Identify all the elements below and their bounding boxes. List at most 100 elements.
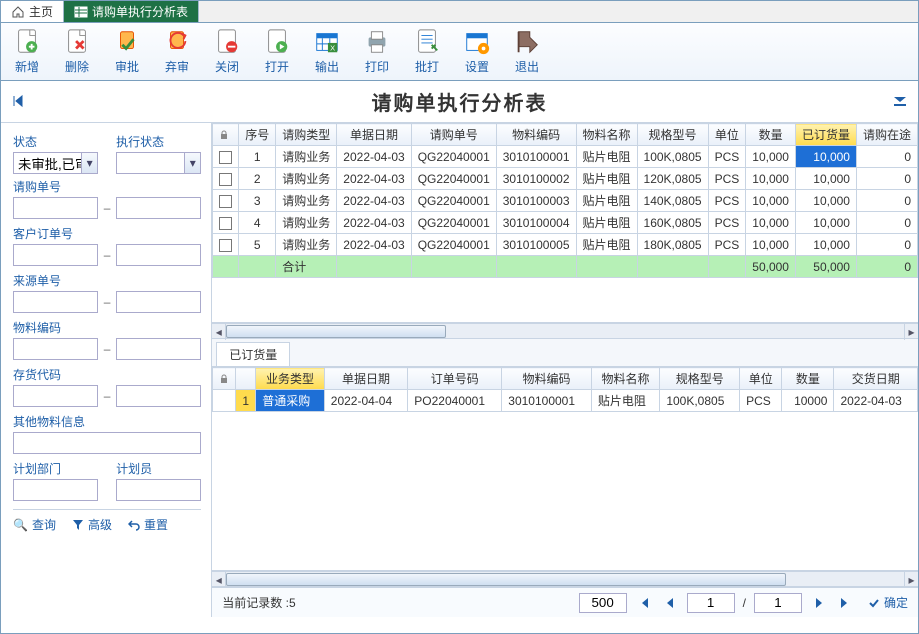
detail-grid[interactable]: 业务类型单据日期订单号码物料编码物料名称规格型号单位数量交货日期 1普通采购20… [212,367,918,412]
col-header[interactable]: 请购单号 [411,124,496,146]
col-header[interactable]: 物料编码 [496,124,576,146]
col-header[interactable]: 单据日期 [324,368,408,390]
h-scrollbar-bottom[interactable]: ◂▸ [212,571,918,587]
delete-button[interactable]: 删除 [53,25,101,78]
exit-button[interactable]: 退出 [503,25,551,78]
row-checkbox[interactable] [219,151,232,164]
mat-code-to[interactable] [116,338,201,360]
export-icon: X [313,28,341,56]
approve-icon [113,28,141,56]
lock-col[interactable] [213,368,236,390]
stock-code-from[interactable] [13,385,98,407]
tab-active[interactable]: 请购单执行分析表 [64,1,199,22]
new-button[interactable]: 新增 [3,25,51,78]
col-header[interactable]: 请购类型 [276,124,337,146]
col-header[interactable]: 请购在途 [856,124,917,146]
delete-icon [63,28,91,56]
source-no-label: 来源单号 [13,272,201,289]
next-page-button[interactable] [810,594,828,612]
other-mat-input[interactable] [13,432,201,454]
last-page-button[interactable] [836,594,854,612]
planner-label: 计划员 [116,460,201,477]
col-header[interactable]: 物料名称 [591,368,660,390]
approve-button[interactable]: 审批 [103,25,151,78]
batch-button[interactable]: 批打 [403,25,451,78]
table-row[interactable]: 3请购业务2022-04-03QG220400013010100003贴片电阻1… [213,190,918,212]
col-header[interactable]: 订单号码 [408,368,502,390]
planner-input[interactable] [116,479,201,501]
close-button[interactable]: 关闭 [203,25,251,78]
col-header[interactable]: 规格型号 [637,124,708,146]
col-header[interactable]: 已订货量 [795,124,856,146]
first-page-icon[interactable] [11,94,27,110]
stock-code-to[interactable] [116,385,201,407]
col-header[interactable]: 交货日期 [834,368,918,390]
col-header[interactable]: 单位 [740,368,782,390]
lock-col[interactable] [213,124,239,146]
scroll-thumb[interactable] [226,573,786,586]
advanced-button[interactable]: 高级 [72,516,112,533]
subtab-ordered[interactable]: 已订货量 [216,342,290,366]
svg-text:X: X [330,43,335,52]
exec-status-combo[interactable]: ▾ [116,152,201,174]
col-header[interactable]: 物料名称 [576,124,637,146]
scroll-thumb[interactable] [226,325,446,338]
scroll-right-icon[interactable]: ▸ [904,572,918,588]
chevron-down-icon[interactable]: ▾ [184,153,200,173]
plan-dept-input[interactable] [13,479,98,501]
col-header[interactable]: 业务类型 [256,368,325,390]
open-button[interactable]: 打开 [253,25,301,78]
table-row[interactable]: 1普通采购2022-04-04PO220400013010100001贴片电阻1… [213,390,918,412]
page-size-input[interactable] [579,593,627,613]
mat-code-from[interactable] [13,338,98,360]
check-icon [868,597,880,609]
reset-button[interactable]: 重置 [128,516,168,533]
table-row[interactable]: 2请购业务2022-04-03QG220400013010100002贴片电阻1… [213,168,918,190]
prev-page-button[interactable] [661,594,679,612]
col-header[interactable]: 物料编码 [502,368,592,390]
reject-icon [163,28,191,56]
print-icon [363,28,391,56]
settings-button[interactable]: 设置 [453,25,501,78]
scroll-left-icon[interactable]: ◂ [212,324,226,340]
main-grid[interactable]: 序号请购类型单据日期请购单号物料编码物料名称规格型号单位数量已订货量请购在途 1… [212,123,918,278]
col-header[interactable]: 数量 [746,124,796,146]
col-header[interactable]: 单位 [708,124,746,146]
collapse-icon[interactable] [892,94,908,110]
export-button[interactable]: X输出 [303,25,351,78]
reject-button[interactable]: 弃审 [153,25,201,78]
page-sep: / [743,596,746,610]
col-header[interactable]: 规格型号 [660,368,740,390]
first-page-button[interactable] [635,594,653,612]
col-header[interactable]: 数量 [782,368,834,390]
row-checkbox[interactable] [219,239,232,252]
row-checkbox[interactable] [219,217,232,230]
undo-icon [128,519,140,531]
col-header[interactable]: 序号 [239,124,276,146]
cust-order-to[interactable] [116,244,201,266]
req-no-from[interactable] [13,197,98,219]
print-button[interactable]: 打印 [353,25,401,78]
table-row[interactable]: 4请购业务2022-04-03QG220400013010100004贴片电阻1… [213,212,918,234]
source-no-to[interactable] [116,291,201,313]
chevron-down-icon[interactable]: ▾ [81,153,97,173]
query-button[interactable]: 🔍查询 [13,516,56,533]
cust-order-from[interactable] [13,244,98,266]
tab-active-label: 请购单执行分析表 [92,3,188,20]
row-checkbox[interactable] [219,195,232,208]
h-scrollbar-top[interactable]: ◂▸ [212,323,918,339]
scroll-left-icon[interactable]: ◂ [212,572,226,588]
status-bar: 当前记录数 :5 / 确定 [212,587,918,617]
scroll-right-icon[interactable]: ▸ [904,324,918,340]
table-row[interactable]: 1请购业务2022-04-03QG220400013010100001贴片电阻1… [213,146,918,168]
status-combo[interactable]: ▾ [13,152,98,174]
col-header[interactable]: 单据日期 [337,124,411,146]
table-row[interactable]: 5请购业务2022-04-03QG220400013010100005贴片电阻1… [213,234,918,256]
source-no-from[interactable] [13,291,98,313]
confirm-button[interactable]: 确定 [868,594,908,611]
exit-icon [513,28,541,56]
req-no-to[interactable] [116,197,201,219]
row-checkbox[interactable] [219,173,232,186]
page-input[interactable] [687,593,735,613]
tab-home[interactable]: 主页 [1,1,64,22]
